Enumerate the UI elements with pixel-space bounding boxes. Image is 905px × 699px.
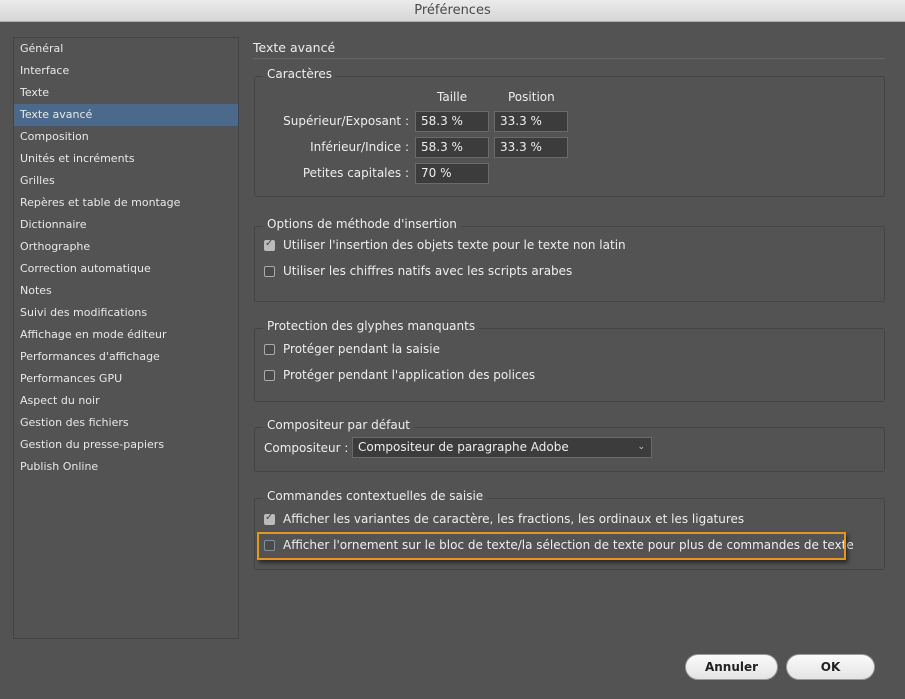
- compositeur-select[interactable]: Compositeur de paragraphe Adobe ⌄: [352, 437, 652, 458]
- sidebar-item[interactable]: Texte: [14, 82, 238, 104]
- page-title: Texte avancé: [253, 40, 336, 55]
- column-taille: Taille: [437, 90, 468, 104]
- sup-label: Supérieur/Exposant :: [283, 114, 409, 128]
- sup-taille-input[interactable]: 58.3 %: [415, 111, 489, 132]
- sidebar-item[interactable]: Texte avancé: [14, 104, 238, 126]
- sidebar-item[interactable]: Affichage en mode éditeur: [14, 324, 238, 346]
- sidebar-item[interactable]: Aspect du noir: [14, 390, 238, 412]
- sidebar-item[interactable]: Publish Online: [14, 456, 238, 478]
- group-title: Options de méthode d'insertion: [263, 217, 461, 231]
- sidebar-item[interactable]: Orthographe: [14, 236, 238, 258]
- insertion-opt2-label[interactable]: Utiliser les chiffres natifs avec les sc…: [283, 264, 572, 278]
- highlight-box: [257, 532, 846, 560]
- glyphes-opt1-checkbox[interactable]: [264, 344, 275, 355]
- commandes-opt1-label[interactable]: Afficher les variantes de caractère, les…: [283, 512, 744, 526]
- group-title: Protection des glyphes manquants: [263, 319, 480, 333]
- column-position: Position: [508, 90, 555, 104]
- group-caracteres: Caractères Taille Position Supérieur/Exp…: [254, 67, 885, 197]
- group-title: Commandes contextuelles de saisie: [263, 489, 488, 503]
- glyphes-opt2-checkbox[interactable]: [264, 370, 275, 381]
- insertion-opt1-label[interactable]: Utiliser l'insertion des objets texte po…: [283, 238, 626, 252]
- group-title: Compositeur par défaut: [263, 418, 415, 432]
- inf-label: Inférieur/Indice :: [310, 140, 409, 154]
- sidebar-item[interactable]: Grilles: [14, 170, 238, 192]
- sidebar-item[interactable]: Dictionnaire: [14, 214, 238, 236]
- sidebar-item[interactable]: Composition: [14, 126, 238, 148]
- sidebar-item[interactable]: Gestion des fichiers: [14, 412, 238, 434]
- group-compositeur: Compositeur par défaut Compositeur : Com…: [254, 418, 885, 472]
- cancel-button[interactable]: Annuler: [685, 654, 778, 680]
- sidebar-item[interactable]: Suivi des modifications: [14, 302, 238, 324]
- inf-position-input[interactable]: 33.3 %: [494, 137, 568, 158]
- compositeur-value: Compositeur de paragraphe Adobe: [358, 440, 569, 454]
- title-bar: Préférences: [0, 0, 905, 22]
- divider: [253, 58, 885, 59]
- sidebar-item[interactable]: Performances GPU: [14, 368, 238, 390]
- insertion-opt1-checkbox[interactable]: [264, 238, 275, 251]
- sidebar-item[interactable]: Unités et incréments: [14, 148, 238, 170]
- sidebar-item[interactable]: Correction automatique: [14, 258, 238, 280]
- pc-label: Petites capitales :: [302, 166, 409, 180]
- sup-position-input[interactable]: 33.3 %: [494, 111, 568, 132]
- sidebar-item[interactable]: Notes: [14, 280, 238, 302]
- commandes-opt1-checkbox[interactable]: [264, 512, 275, 525]
- preferences-sidebar: Général Interface Texte Texte avancé Composi…: [13, 37, 239, 639]
- group-glyphes: Protection des glyphes manquants Protége…: [254, 319, 885, 402]
- group-insertion: Options de méthode d'insertion Utiliser …: [254, 217, 885, 302]
- sidebar-item[interactable]: Général: [14, 38, 238, 60]
- inf-taille-input[interactable]: 58.3 %: [415, 137, 489, 158]
- compositeur-label: Compositeur :: [264, 441, 349, 455]
- sidebar-item[interactable]: Repères et table de montage: [14, 192, 238, 214]
- insertion-opt2-checkbox[interactable]: [264, 266, 275, 277]
- pc-taille-input[interactable]: 70 %: [415, 163, 489, 184]
- glyphes-opt2-label[interactable]: Protéger pendant l'application des polic…: [283, 368, 535, 382]
- chevron-down-icon: ⌄: [637, 442, 645, 452]
- sidebar-item[interactable]: Interface: [14, 60, 238, 82]
- group-title: Caractères: [263, 67, 337, 81]
- sidebar-item[interactable]: Gestion du presse-papiers: [14, 434, 238, 456]
- glyphes-opt1-label[interactable]: Protéger pendant la saisie: [283, 342, 440, 356]
- sidebar-item[interactable]: Performances d'affichage: [14, 346, 238, 368]
- ok-button[interactable]: OK: [786, 654, 875, 680]
